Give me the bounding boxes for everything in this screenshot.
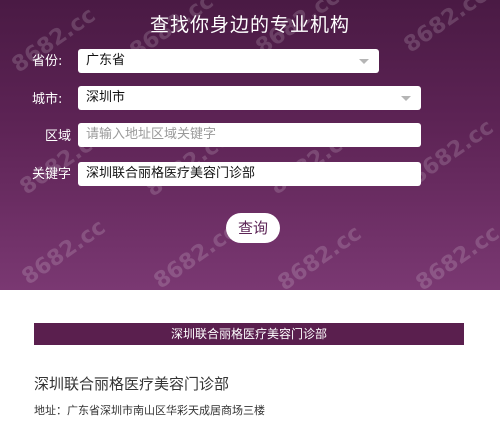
result-title[interactable]: 深圳联合丽格医疗美容门诊部 (34, 373, 229, 394)
keyword-value: 深圳联合丽格医疗美容门诊部 (86, 166, 256, 181)
city-select[interactable]: 深圳市 (78, 86, 421, 110)
search-button[interactable]: 查询 (226, 213, 280, 243)
search-panel: 8682.cc 8682.cc 8682.cc 8682.cc 8682.cc … (0, 0, 500, 296)
area-input[interactable]: 请输入地址区域关键字 (78, 123, 421, 147)
keyword-label: 关键字 (32, 167, 72, 182)
area-placeholder: 请输入地址区域关键字 (86, 127, 217, 142)
province-label: 省份: (32, 54, 63, 69)
watermark: 8682.cc (273, 220, 367, 297)
city-value: 深圳市 (86, 90, 126, 105)
chevron-down-icon (359, 59, 369, 64)
province-value: 广东省 (86, 53, 126, 68)
province-select[interactable]: 广东省 (78, 49, 379, 73)
city-label: 城市: (32, 92, 63, 107)
page-title: 查找你身边的专业机构 (149, 14, 350, 36)
chevron-down-icon (401, 96, 411, 101)
watermark: 8682.cc (411, 220, 500, 297)
keyword-input[interactable]: 深圳联合丽格医疗美容门诊部 (78, 162, 421, 186)
watermark: 8682.cc (17, 214, 111, 291)
result-banner[interactable]: 深圳联合丽格医疗美容门诊部 (34, 323, 464, 345)
area-label: 区域 (45, 129, 72, 144)
result-address: 地址：广东省深圳市南山区华彩天成居商场三楼 (34, 404, 265, 417)
